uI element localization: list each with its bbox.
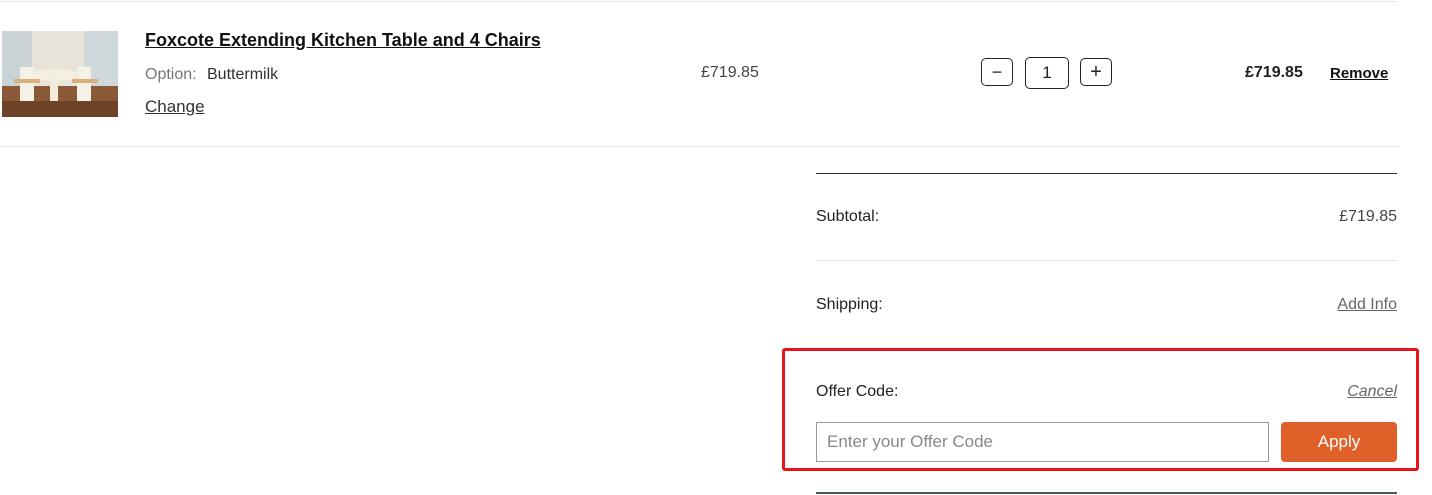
offer-code-cancel-link[interactable]: Cancel (1347, 383, 1397, 401)
product-title-link[interactable]: Foxcote Extending Kitchen Table and 4 Ch… (145, 30, 541, 51)
offer-code-label: Offer Code: (816, 383, 899, 400)
unit-price: £719.85 (701, 64, 759, 81)
subtotal-value: £719.85 (1339, 208, 1397, 225)
top-divider (0, 1, 1398, 2)
product-image[interactable] (2, 31, 118, 117)
summary-bottom-divider (816, 492, 1397, 494)
subtotal-divider (816, 260, 1397, 261)
minus-icon: − (991, 62, 1003, 82)
shipping-label: Shipping: (816, 296, 883, 313)
quantity-input[interactable]: 1 (1025, 57, 1069, 89)
product-photo-icon (2, 31, 118, 117)
plus-icon: + (1090, 61, 1102, 83)
option-value: Buttermilk (207, 66, 279, 83)
summary-top-divider (816, 173, 1397, 174)
row-divider (0, 146, 1398, 147)
line-total: £719.85 (1245, 64, 1303, 81)
option-label: Option: (145, 66, 197, 83)
shipping-add-info-link[interactable]: Add Info (1337, 296, 1397, 314)
increase-quantity-button[interactable]: + (1080, 58, 1112, 86)
subtotal-label: Subtotal: (816, 208, 880, 225)
decrease-quantity-button[interactable]: − (981, 58, 1013, 86)
apply-offer-button[interactable]: Apply (1281, 422, 1397, 462)
remove-item-link[interactable]: Remove (1330, 65, 1388, 82)
offer-code-input[interactable] (816, 422, 1269, 462)
change-option-link[interactable]: Change (145, 97, 205, 117)
